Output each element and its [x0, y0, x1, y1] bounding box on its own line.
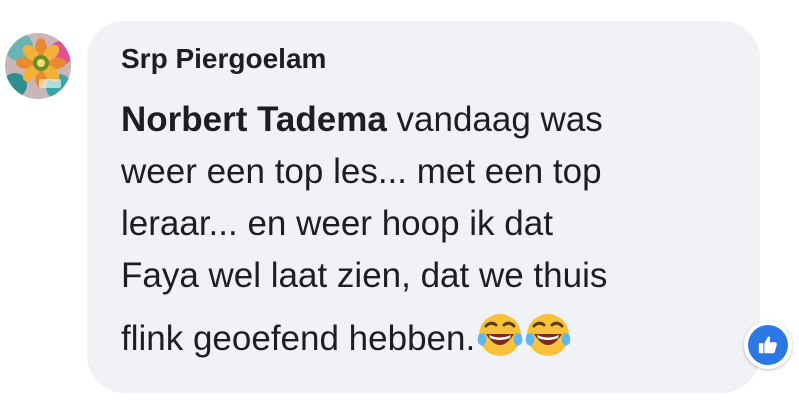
comment-line: flink geoefend hebben.: [121, 312, 741, 364]
reaction-badge[interactable]: [744, 321, 792, 369]
comment-line: Faya wel laat zien, dat we thuis: [121, 256, 608, 295]
comment-line-text: flink geoefend hebben.: [121, 319, 476, 358]
mention-link[interactable]: Norbert Tadema: [121, 100, 387, 139]
comment-line-text: vandaag was: [386, 100, 603, 139]
avatar[interactable]: [5, 33, 71, 99]
comment-text: Norbert Tadema vandaag was weer een top …: [121, 94, 741, 364]
laughing-crying-emoji-icon: [477, 314, 523, 356]
thumbs-up-icon: [758, 336, 777, 354]
laughing-crying-emoji-icon: [525, 314, 571, 356]
comment-line: leraar... en weer hoop ik dat: [121, 204, 553, 243]
avatar-flower-image: [5, 33, 71, 99]
comment-line: Norbert Tadema vandaag was: [121, 94, 741, 146]
comment-line: weer een top les... met een top: [121, 152, 602, 191]
like-reaction: [748, 325, 788, 365]
comment-author[interactable]: Srp Piergoelam: [121, 43, 326, 75]
comment-bubble: Srp Piergoelam Norbert Tadema vandaag wa…: [87, 21, 760, 393]
